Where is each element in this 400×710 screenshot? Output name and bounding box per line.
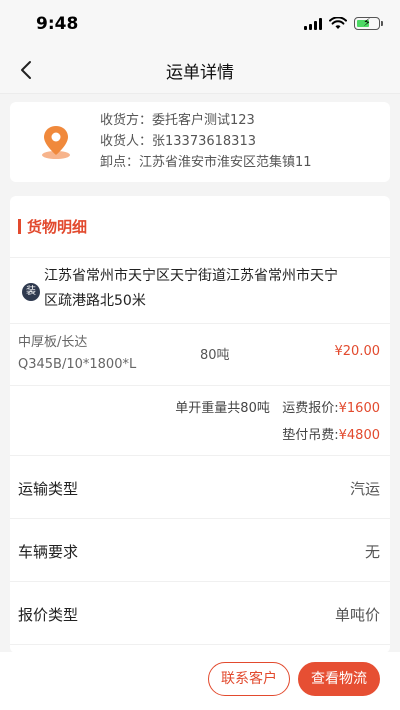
- location-pin-icon: [42, 126, 70, 159]
- advance-label: 垫付吊费:: [282, 428, 339, 443]
- loading-address: 装 江苏省常州市天宁区天宁街道江苏省常州市天宁 区疏港路北50米: [10, 258, 390, 324]
- goods-card: 货物明细 装 江苏省常州市天宁区天宁街道江苏省常州市天宁 区疏港路北50米 中厚…: [10, 196, 390, 653]
- goods-item-name-line2: Q345B/10*1800*L: [18, 357, 137, 372]
- wifi-icon: [329, 17, 347, 29]
- goods-item-price: ¥20.00: [334, 344, 381, 359]
- page-title: 运单详情: [166, 63, 234, 83]
- info-row-vehicle-requirement: 车辆要求 无: [10, 519, 390, 582]
- loading-address-line2: 区疏港路北50米: [44, 293, 146, 309]
- quote-type-value: 单吨价: [334, 606, 380, 624]
- transport-type-label: 运输类型: [18, 480, 79, 498]
- shipper-row: 收货方：委托客户测试123: [100, 110, 312, 131]
- status-icons: ⚡: [304, 16, 383, 30]
- info-row-quote-type: 报价类型 单吨价: [10, 582, 390, 645]
- address-card: 收货方：委托客户测试123 收货人：张13373618313 卸点：江苏省淮安市…: [10, 102, 390, 182]
- goods-section-header: 货物明细: [10, 196, 390, 258]
- info-row-transport-type: 运输类型 汽运: [10, 456, 390, 519]
- shipper-label: 收货方：: [100, 113, 153, 128]
- goods-section-title: 货物明细: [27, 218, 88, 236]
- quote-type-label: 报价类型: [18, 606, 79, 624]
- loading-address-text: 江苏省常州市天宁区天宁街道江苏省常州市天宁 区疏港路北50米: [44, 264, 360, 314]
- summary-line-weight-freight: 单开重量共80吨 运费报价:¥1600: [175, 397, 380, 416]
- receiver-row: 收货人：张13373618313: [100, 131, 312, 152]
- unload-label: 卸点：: [100, 155, 140, 170]
- receiver-value: 张13373618313: [152, 134, 256, 149]
- contact-customer-button[interactable]: 联系客户: [208, 662, 290, 696]
- summary-line-advance: 垫付吊费:¥4800: [282, 424, 380, 443]
- goods-item-weight: 80吨: [200, 348, 230, 363]
- section-marker: [18, 219, 21, 234]
- advance-value: ¥4800: [338, 428, 380, 443]
- loading-badge: 装: [22, 283, 40, 301]
- view-logistics-button[interactable]: 查看物流: [298, 662, 380, 696]
- bottom-action-bar: 联系客户 查看物流: [0, 652, 400, 710]
- address-lines: 收货方：委托客户测试123 收货人：张13373618313 卸点：江苏省淮安市…: [100, 110, 312, 173]
- signal-icon: [304, 17, 322, 30]
- unload-row: 卸点：江苏省淮安市淮安区范集镇11: [100, 152, 312, 173]
- vehicle-requirement-label: 车辆要求: [18, 543, 79, 561]
- nav-bar: 运单详情: [0, 46, 400, 94]
- goods-item-row: 中厚板/长达 Q345B/10*1800*L 80吨 ¥20.00: [10, 324, 390, 386]
- goods-item-name: 中厚板/长达 Q345B/10*1800*L: [18, 332, 136, 376]
- goods-summary: 单开重量共80吨 运费报价:¥1600 垫付吊费:¥4800: [10, 386, 390, 456]
- shipper-value: 委托客户测试123: [152, 113, 255, 128]
- status-bar: 9:48 ⚡: [0, 0, 400, 46]
- receiver-label: 收货人：: [100, 134, 153, 149]
- vehicle-requirement-value: 无: [364, 543, 380, 561]
- summary-weight: 单开重量共80吨: [175, 401, 270, 416]
- freight-value: ¥1600: [338, 401, 380, 416]
- status-time: 9:48: [36, 14, 79, 34]
- loading-address-line1: 江苏省常州市天宁区天宁街道江苏省常州市天宁: [44, 268, 338, 284]
- battery-icon: ⚡: [354, 16, 383, 30]
- unload-value: 江苏省淮安市淮安区范集镇11: [139, 155, 312, 170]
- freight-label: 运费报价:: [282, 401, 339, 416]
- transport-type-value: 汽运: [349, 480, 380, 498]
- goods-item-name-line1: 中厚板/长达: [18, 335, 88, 350]
